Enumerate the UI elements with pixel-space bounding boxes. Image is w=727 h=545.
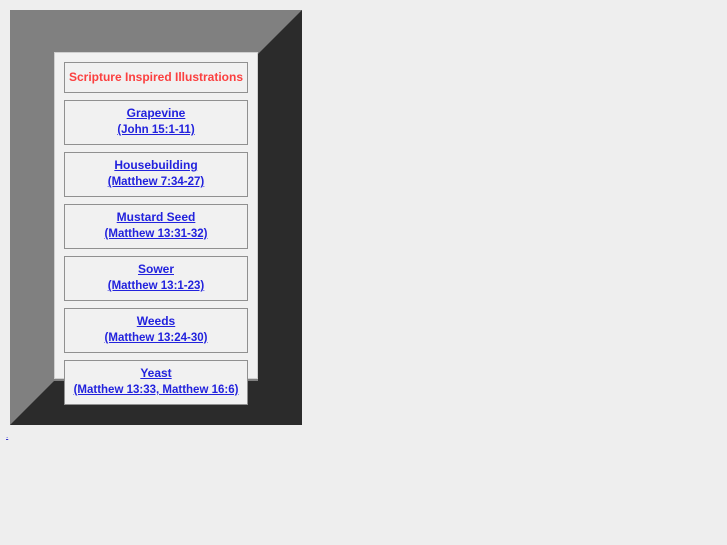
list-item[interactable]: Yeast (Matthew 13:33, Matthew 16:6) xyxy=(64,360,248,405)
list-item[interactable]: Weeds (Matthew 13:24-30) xyxy=(64,308,248,353)
illustration-link-housebuilding[interactable]: Housebuilding xyxy=(67,157,245,174)
illustration-link-grapevine[interactable]: Grapevine xyxy=(67,105,245,122)
illustrations-panel: Scripture Inspired Illustrations Grapevi… xyxy=(54,52,258,405)
illustration-reference-housebuilding[interactable]: (Matthew 7:34-27) xyxy=(67,174,245,191)
illustration-link-weeds[interactable]: Weeds xyxy=(67,313,245,330)
list-item[interactable]: Grapevine (John 15:1-11) xyxy=(64,100,248,145)
page-title-text: Scripture Inspired Illustrations xyxy=(68,70,244,84)
list-item[interactable]: Sower (Matthew 13:1-23) xyxy=(64,256,248,301)
list-item[interactable]: Housebuilding (Matthew 7:34-27) xyxy=(64,152,248,197)
illustration-link-mustard-seed[interactable]: Mustard Seed xyxy=(67,209,245,226)
illustration-reference-mustard-seed[interactable]: (Matthew 13:31-32) xyxy=(67,226,245,243)
list-item[interactable]: Mustard Seed (Matthew 13:31-32) xyxy=(64,204,248,249)
page-title: Scripture Inspired Illustrations xyxy=(64,62,248,93)
illustration-reference-sower[interactable]: (Matthew 13:1-23) xyxy=(67,278,245,295)
illustration-link-sower[interactable]: Sower xyxy=(67,261,245,278)
illustration-reference-weeds[interactable]: (Matthew 13:24-30) xyxy=(67,330,245,347)
stray-anchor-link[interactable]: . xyxy=(6,432,15,441)
illustration-link-yeast[interactable]: Yeast xyxy=(67,365,245,382)
beveled-frame: Scripture Inspired Illustrations Grapevi… xyxy=(10,10,302,425)
illustration-reference-grapevine[interactable]: (John 15:1-11) xyxy=(67,122,245,139)
illustration-reference-yeast[interactable]: (Matthew 13:33, Matthew 16:6) xyxy=(67,382,245,399)
